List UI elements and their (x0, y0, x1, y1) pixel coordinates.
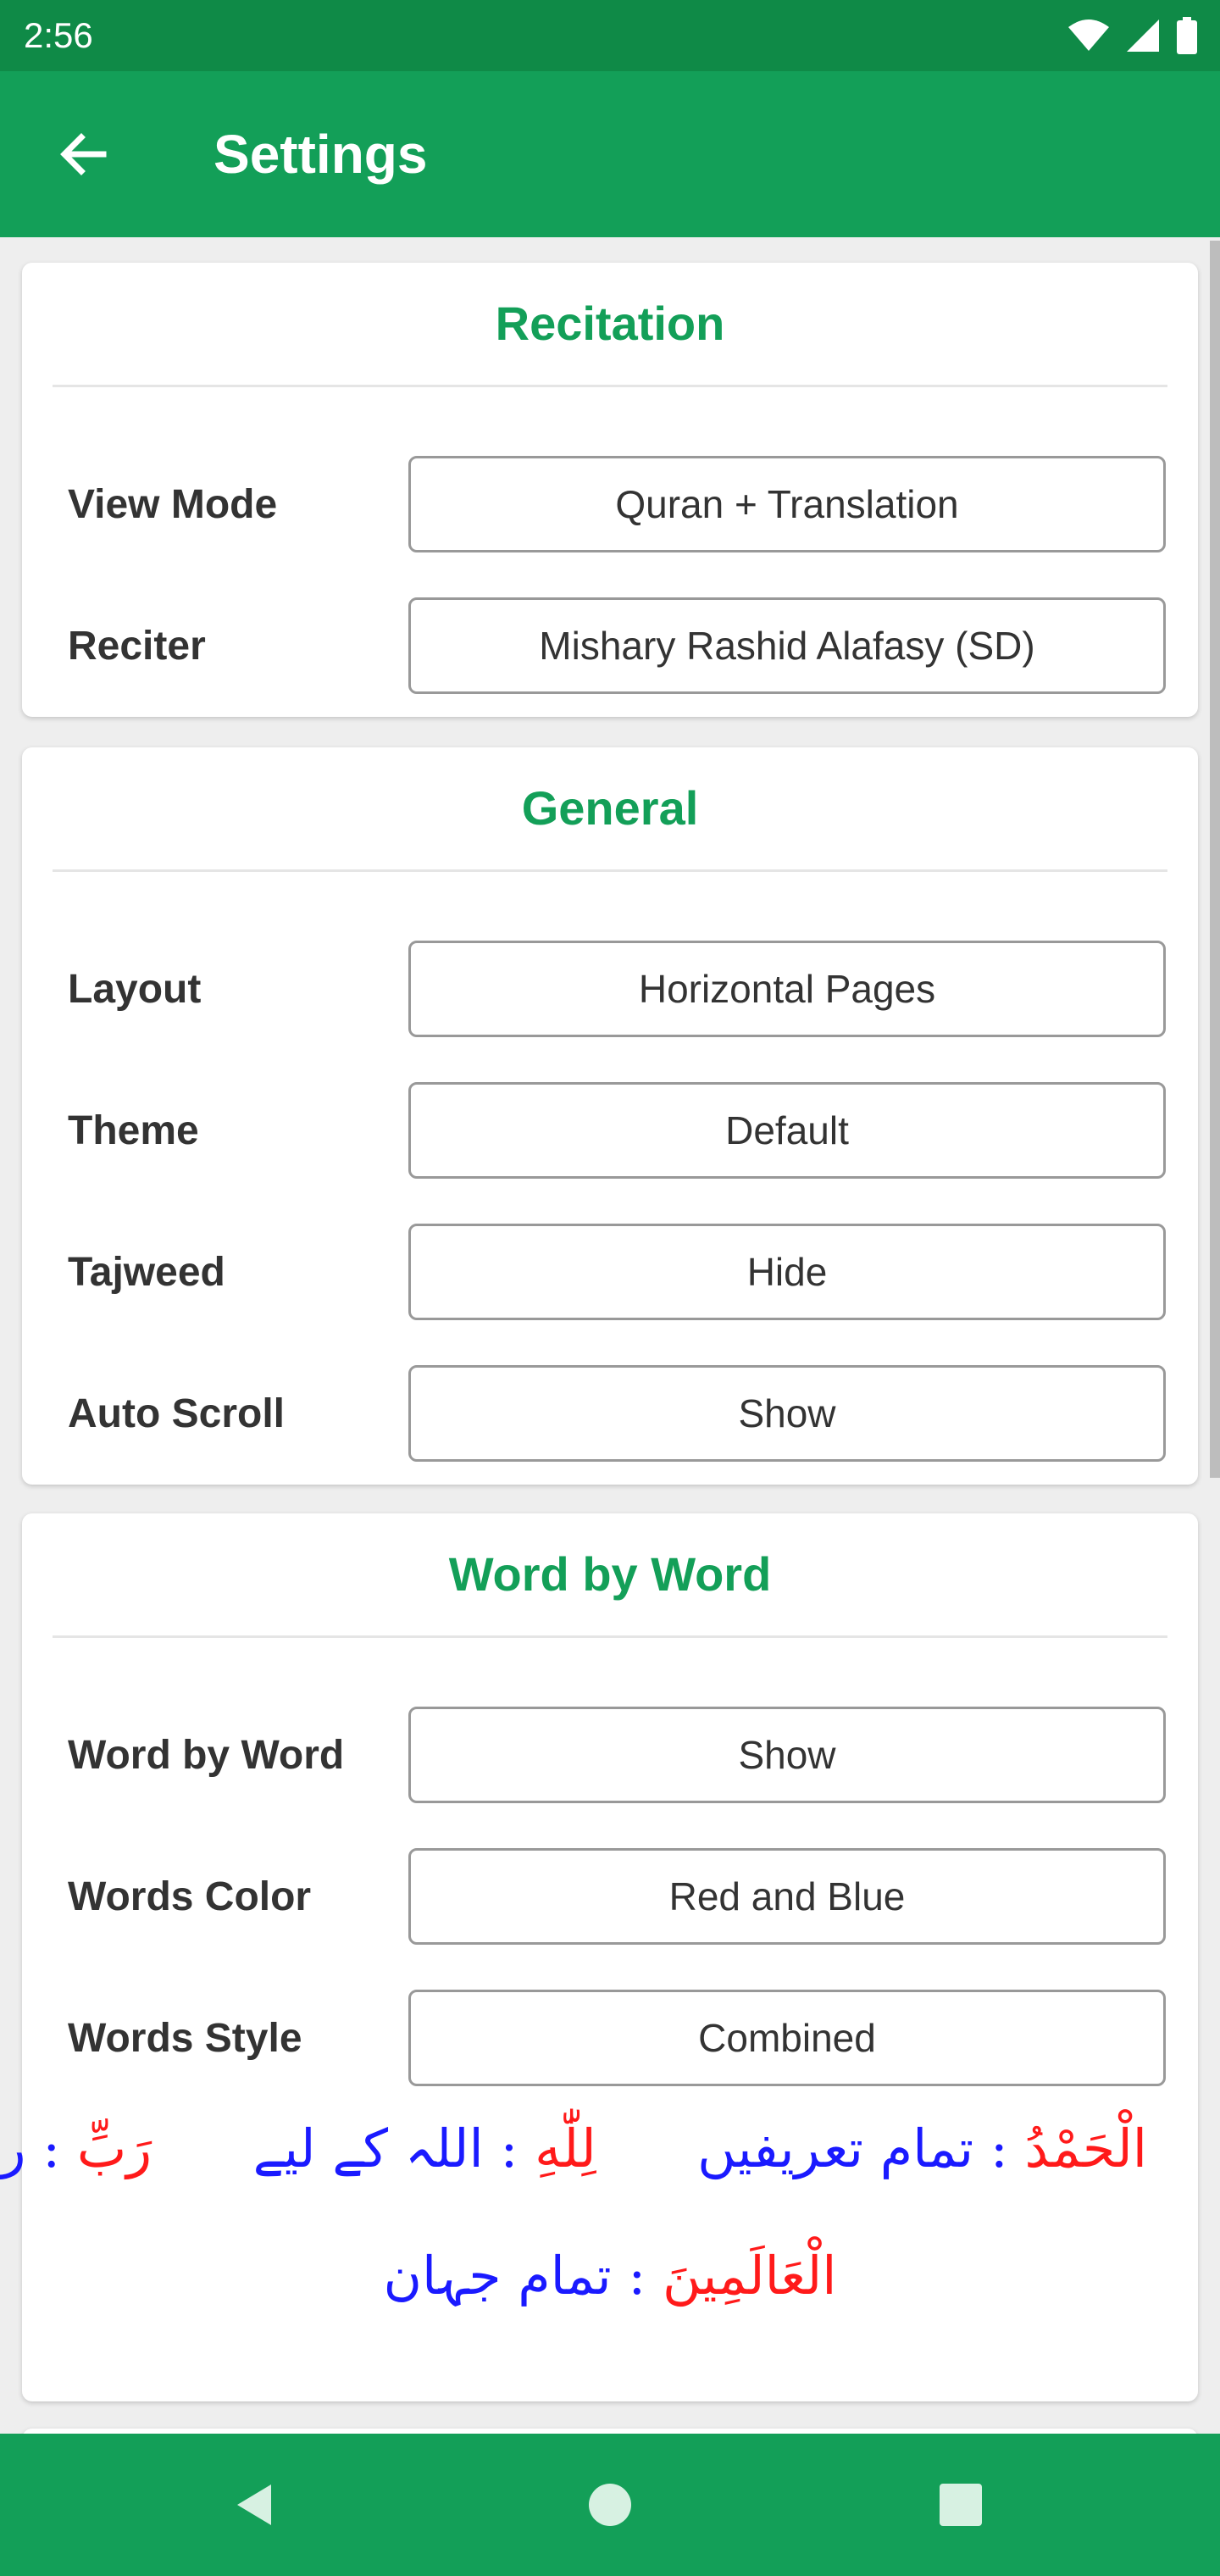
wifi-icon (1068, 19, 1109, 51)
preview-line: الْعَالَمِينَ : تمام جہان (73, 2225, 1147, 2327)
preview-line: الْحَمْدُ : تمام تعریفیں لِلّٰهِ : اللہ … (0, 2098, 1147, 2200)
preview-word: الْحَمْدُ : تمام تعریفیں (697, 2118, 1147, 2179)
navigation-bar (0, 2434, 1220, 2576)
setting-label: View Mode (68, 482, 278, 527)
setting-label: Layout (68, 967, 202, 1012)
status-bar: 2:56 (0, 0, 1220, 71)
setting-row-word-by-word: Word by Word Show (22, 1707, 1198, 1805)
reciter-select[interactable]: Mishary Rashid Alafasy (SD) (408, 597, 1166, 694)
settings-scroll-area[interactable]: Recitation View Mode Quran + Translation… (0, 237, 1220, 2434)
status-icons (1068, 14, 1198, 58)
setting-row-view-mode: View Mode Quran + Translation (22, 456, 1198, 554)
section-title-recitation: Recitation (53, 263, 1167, 387)
tajweed-select[interactable]: Hide (408, 1224, 1166, 1320)
battery-icon (1177, 17, 1197, 54)
setting-label: Reciter (68, 624, 206, 669)
setting-row-auto-scroll: Auto Scroll Show (22, 1365, 1198, 1463)
back-triangle-icon[interactable] (214, 2464, 295, 2545)
section-title-word-by-word: Word by Word (53, 1513, 1167, 1638)
scrollbar[interactable] (1210, 241, 1220, 1478)
status-time: 2:56 (24, 15, 93, 55)
preview-word: رَبِّ : رب (0, 2118, 152, 2179)
view-mode-select[interactable]: Quran + Translation (408, 456, 1166, 552)
word-by-word-preview: الْحَمْدُ : تمام تعریفیں لِلّٰهِ : اللہ … (0, 2098, 1147, 2307)
preview-word: الْعَالَمِينَ : تمام جہان (383, 2245, 837, 2307)
setting-label: Words Style (68, 2016, 302, 2061)
home-circle-icon[interactable] (569, 2464, 651, 2545)
arrow-left-icon[interactable] (51, 122, 115, 186)
words-color-select[interactable]: Red and Blue (408, 1848, 1166, 1945)
word-by-word-card: Word by Word Word by Word Show Words Col… (0, 1513, 1198, 2401)
setting-row-reciter: Reciter Mishary Rashid Alafasy (SD) (22, 597, 1198, 696)
setting-row-theme: Theme Default (22, 1082, 1198, 1180)
preview-word: لِلّٰهِ : اللہ کے لیے (252, 2118, 596, 2179)
setting-label: Theme (68, 1108, 199, 1153)
general-card: General Layout Horizontal Pages Theme De… (22, 747, 1198, 1485)
setting-row-words-color: Words Color Red and Blue (22, 1848, 1198, 1946)
setting-row-tajweed: Tajweed Hide (22, 1224, 1198, 1322)
setting-row-layout: Layout Horizontal Pages (22, 941, 1198, 1039)
recents-square-icon[interactable] (920, 2464, 1001, 2545)
theme-select[interactable]: Default (408, 1082, 1166, 1179)
auto-scroll-select[interactable]: Show (408, 1365, 1166, 1462)
setting-row-words-style: Words Style Combined (22, 1990, 1198, 2088)
layout-select[interactable]: Horizontal Pages (408, 941, 1166, 1037)
word-by-word-select[interactable]: Show (408, 1707, 1166, 1803)
setting-label: Tajweed (68, 1250, 225, 1295)
section-title-general: General (53, 747, 1167, 872)
setting-label: Words Color (68, 1874, 312, 1919)
signal-icon (1127, 19, 1159, 52)
page-title: Settings (214, 124, 428, 185)
setting-label: Auto Scroll (68, 1391, 286, 1436)
setting-label: Word by Word (68, 1733, 345, 1778)
recitation-card: Recitation View Mode Quran + Translation… (22, 263, 1198, 717)
words-style-select[interactable]: Combined (408, 1990, 1166, 2086)
app-bar: Settings (0, 71, 1220, 237)
